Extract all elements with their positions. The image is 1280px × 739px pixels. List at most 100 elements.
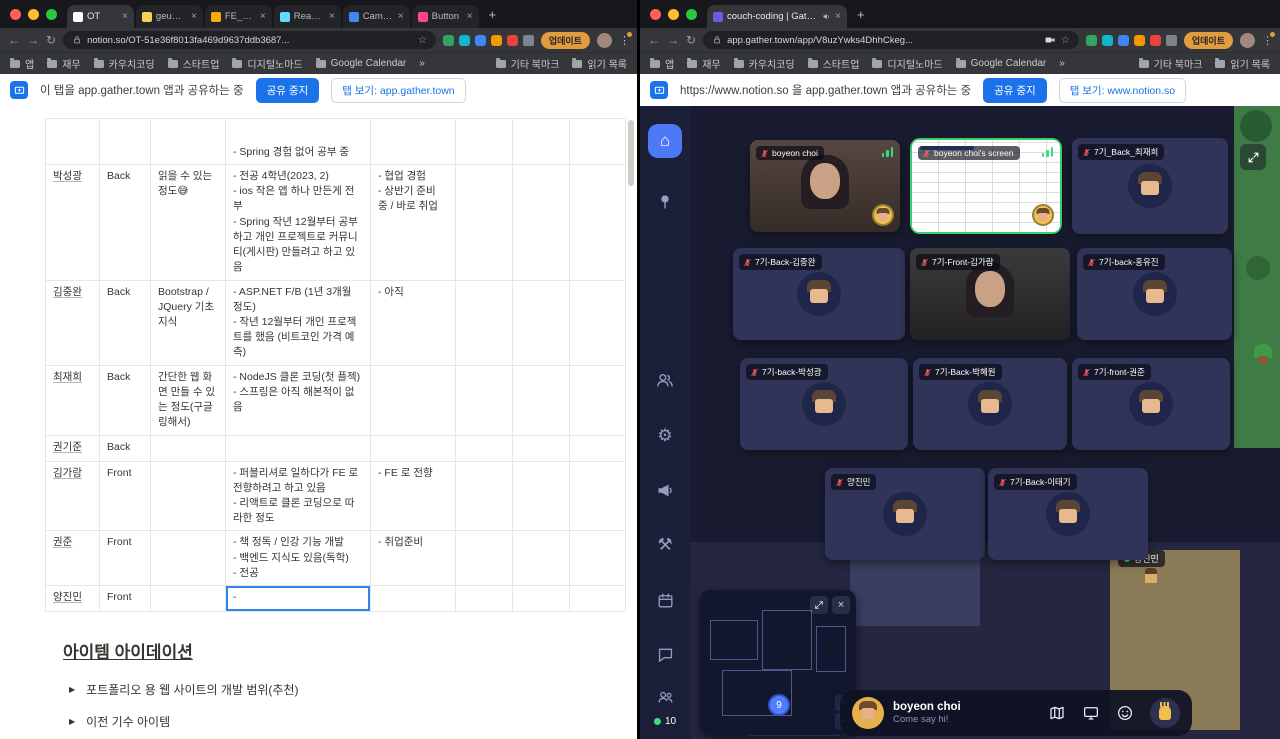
member-name-link[interactable]: 양진민	[46, 586, 100, 613]
member-detail[interactable]: - NodeJS 클론 코딩(첫 플젝) - 스프링은 아직 해본적이 없음	[226, 365, 371, 436]
bookmark-item[interactable]: 카우치코딩	[733, 56, 795, 71]
empty-cell[interactable]	[570, 586, 626, 613]
minimap-player-marker[interactable]: 9	[768, 694, 790, 716]
close-window-button[interactable]	[650, 8, 661, 20]
participants-icon[interactable]	[653, 368, 677, 392]
member-detail[interactable]: - 전공 4학년(2023, 2) - ios 작은 앱 하나 만든게 전부 -…	[226, 165, 371, 281]
bookmark-item[interactable]: 앱	[650, 56, 674, 71]
wave-hand-button[interactable]	[1150, 698, 1180, 728]
browser-tab[interactable]: geum-yo ×	[135, 5, 203, 28]
member-detail[interactable]: - 퍼블리셔로 일하다가 FE 로 전향하려고 하고 있음 - 리액트로 클론 …	[226, 461, 371, 532]
pin-icon[interactable]	[653, 190, 677, 214]
view-tab-button[interactable]: 탭 보기: app.gather.town	[331, 77, 466, 103]
bookmarks-overflow-icon[interactable]: »	[419, 58, 425, 69]
member-note[interactable]: - 아직	[371, 280, 456, 366]
forward-icon[interactable]: →	[27, 34, 39, 46]
browser-tab[interactable]: Button ×	[411, 5, 479, 28]
profile-avatar[interactable]	[1240, 32, 1255, 48]
browser-tab[interactable]: CampUs ×	[342, 5, 410, 28]
expand-grid-icon[interactable]	[1240, 144, 1266, 170]
member-note[interactable]	[371, 586, 456, 613]
toggle-arrow-icon[interactable]: ▶	[69, 717, 75, 726]
member-skill[interactable]	[151, 435, 226, 462]
bookmark-item[interactable]: 재무	[47, 56, 81, 71]
bookmark-item[interactable]: 디지털노마드	[872, 56, 943, 71]
member-name-link[interactable]: 권기준	[46, 435, 100, 462]
minimize-window-button[interactable]	[28, 8, 39, 20]
member-skill[interactable]: 읽을 수 있는 정도😅	[151, 165, 226, 281]
new-tab-button[interactable]: +	[481, 7, 505, 22]
extension-icon[interactable]	[1133, 34, 1145, 46]
online-count[interactable]: 10	[653, 716, 676, 727]
member-detail[interactable]: -	[226, 586, 371, 613]
empty-cell[interactable]	[456, 531, 513, 587]
url-field[interactable]: app.gather.town/app/V8uzYwks4DhhCkeg... …	[703, 31, 1079, 49]
participant-tile[interactable]: 7기-back-박성광	[740, 358, 908, 450]
member-role[interactable]: Back	[100, 365, 151, 436]
member-name-link[interactable]: 김중완	[46, 280, 100, 366]
empty-cell[interactable]	[570, 280, 626, 366]
member-detail[interactable]: - 책 정독 / 인강 기능 개발 - 백엔드 지식도 있음(독학) - 전공	[226, 531, 371, 587]
menu-kebab-icon[interactable]: ⋮	[619, 31, 632, 47]
empty-cell[interactable]	[513, 365, 570, 436]
tab-close-icon[interactable]: ×	[467, 11, 473, 22]
empty-cell[interactable]	[513, 531, 570, 587]
reload-icon[interactable]: ↻	[686, 34, 696, 46]
bookmark-item[interactable]: 기타 북마크	[1138, 56, 1202, 71]
extension-icons[interactable]	[442, 34, 534, 46]
member-role[interactable]: Back	[100, 165, 151, 281]
extension-icon[interactable]	[1085, 34, 1097, 46]
extension-icon[interactable]	[1149, 34, 1161, 46]
participant-tile[interactable]: 7기-back-홍유진	[1077, 248, 1232, 340]
view-tab-button[interactable]: 탭 보기: www.notion.so	[1058, 77, 1187, 103]
bookmark-item[interactable]: 디지털노마드	[232, 56, 303, 71]
member-note[interactable]: - FE 로 전향	[371, 461, 456, 532]
extension-icon[interactable]	[442, 34, 454, 46]
empty-cell[interactable]	[456, 586, 513, 613]
puzzle-icon[interactable]	[522, 34, 534, 46]
participant-tile[interactable]: 7기-Back-이태기	[988, 468, 1148, 560]
tab-audio-icon[interactable]	[822, 12, 831, 21]
extension-icon[interactable]	[474, 34, 486, 46]
bookmark-item[interactable]: 읽기 목록	[572, 56, 627, 71]
scrollbar-thumb[interactable]	[628, 120, 634, 186]
empty-cell[interactable]	[456, 461, 513, 532]
bookmark-star-icon[interactable]: ☆	[418, 35, 427, 46]
bookmark-item[interactable]: Google Calendar	[955, 57, 1046, 69]
minimize-window-button[interactable]	[668, 8, 679, 20]
tab-close-icon[interactable]: ×	[329, 11, 335, 22]
participant-tile[interactable]: 7기_Back_최재희	[1072, 138, 1228, 234]
minimap-close-icon[interactable]: ×	[832, 596, 850, 614]
url-field[interactable]: notion.so/OT-51e36f8013fa469d9637ddb3687…	[63, 31, 436, 49]
bookmark-item[interactable]: 스타트업	[167, 56, 219, 71]
chat-icon[interactable]	[653, 642, 677, 666]
member-detail[interactable]: - ASP.NET F/B (1년 3개월 정도) - 작년 12월부터 개인 …	[226, 280, 371, 366]
empty-cell[interactable]	[456, 435, 513, 462]
empty-cell[interactable]	[371, 119, 456, 165]
megaphone-icon[interactable]	[653, 478, 677, 502]
new-tab-button[interactable]: +	[849, 7, 873, 22]
toggle-arrow-icon[interactable]: ▶	[69, 685, 75, 694]
empty-cell[interactable]	[513, 165, 570, 281]
members-icon[interactable]	[653, 684, 677, 708]
extension-icon[interactable]	[506, 34, 518, 46]
member-role[interactable]: Front	[100, 461, 151, 532]
calendar-icon[interactable]	[653, 588, 677, 612]
back-icon[interactable]: ←	[648, 34, 660, 46]
home-button[interactable]: ⌂	[648, 124, 682, 158]
bookmarks-overflow-icon[interactable]: »	[1059, 58, 1065, 69]
toggle-item[interactable]: ▶ 포트폴리오 용 웹 사이트의 개발 범위(추천)	[69, 681, 627, 698]
member-detail[interactable]	[226, 435, 371, 462]
window-controls[interactable]	[10, 8, 57, 20]
member-name-link[interactable]: 권준	[46, 531, 100, 587]
settings-gear-icon[interactable]: ⚙	[653, 424, 677, 448]
bookmark-item[interactable]: 기타 북마크	[495, 56, 559, 71]
member-skill[interactable]: 간단한 웹 화면 만들 수 있는 정도(구글링해서)	[151, 365, 226, 436]
empty-cell[interactable]	[570, 119, 626, 165]
member-detail[interactable]: - Spring 경험 없어 공부 중	[226, 119, 371, 165]
empty-cell[interactable]	[46, 119, 100, 165]
puzzle-icon[interactable]	[1165, 34, 1177, 46]
toggle-item[interactable]: ▶ 이전 기수 아이템	[69, 713, 627, 730]
member-skill[interactable]: Bootstrap / JQuery 기초 지식	[151, 280, 226, 366]
member-note[interactable]	[371, 435, 456, 462]
